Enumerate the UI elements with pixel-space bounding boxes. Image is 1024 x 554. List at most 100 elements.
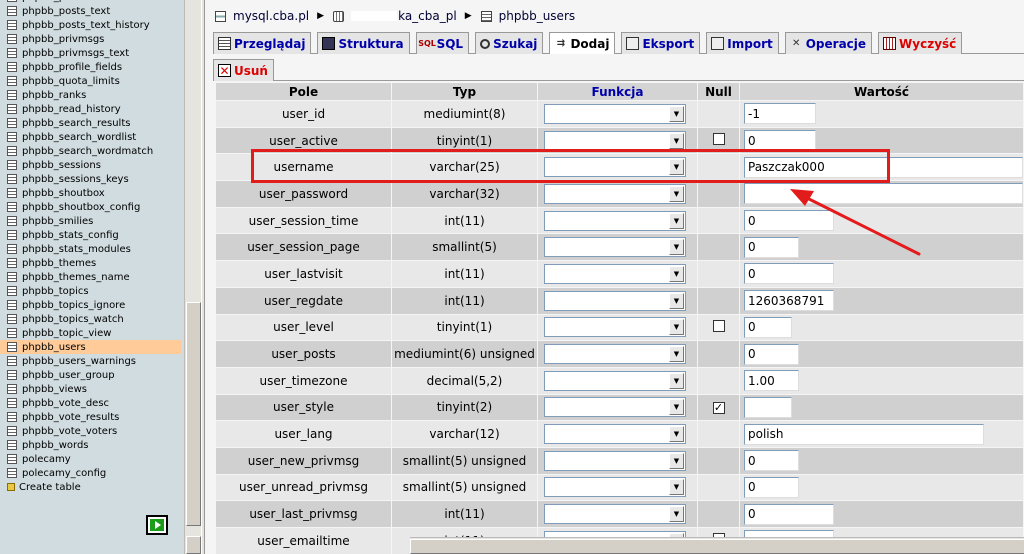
value-input[interactable] xyxy=(744,396,792,418)
table-icon[interactable] xyxy=(7,230,17,240)
table-name-link[interactable]: phpbb_quota_limits xyxy=(22,76,120,87)
table-list-item[interactable]: phpbb_search_wordlist xyxy=(0,130,184,144)
value-input[interactable]: Paszczak000 xyxy=(744,156,1023,178)
horizontal-scrollbar-thumb[interactable] xyxy=(410,539,1024,554)
table-list-item[interactable]: phpbb_smilies xyxy=(0,214,184,228)
table-icon[interactable] xyxy=(7,300,17,310)
crumb-database[interactable]: ka_cba_pl xyxy=(333,9,457,23)
function-select[interactable]: ▼ xyxy=(544,370,686,391)
table-icon[interactable] xyxy=(7,174,17,184)
chevron-down-icon[interactable]: ▼ xyxy=(669,265,684,282)
table-icon[interactable] xyxy=(7,314,17,324)
table-list-item[interactable]: phpbb_privmsgs_text xyxy=(0,46,184,60)
table-name-link[interactable]: phpbb_shoutbox_config xyxy=(22,202,140,213)
table-list-item[interactable]: phpbb_quota_limits xyxy=(0,74,184,88)
chevron-down-icon[interactable]: ▼ xyxy=(669,506,684,523)
table-name-link[interactable]: phpbb_profile_fields xyxy=(22,62,122,73)
table-icon[interactable] xyxy=(7,62,17,72)
table-name-link[interactable]: phpbb_topics_watch xyxy=(22,314,124,325)
table-icon[interactable] xyxy=(7,342,17,352)
table-name-link[interactable]: phpbb_posts_text xyxy=(22,6,110,17)
chevron-down-icon[interactable]: ▼ xyxy=(669,426,684,443)
table-icon[interactable] xyxy=(7,6,17,16)
table-name-link[interactable]: phpbb_privmsgs xyxy=(22,34,104,45)
function-select[interactable]: ▼ xyxy=(544,397,686,418)
table-icon[interactable] xyxy=(7,384,17,394)
tab-operations[interactable]: ✕ Operacje xyxy=(784,32,873,54)
table-list-item[interactable]: phpbb_search_wordmatch xyxy=(0,144,184,158)
table-list-item[interactable]: phpbb_themes_name xyxy=(0,270,184,284)
table-name-link[interactable]: phpbb_vote_voters xyxy=(22,426,117,437)
table-icon[interactable] xyxy=(7,90,17,100)
table-name-link[interactable]: phpbb_search_wordmatch xyxy=(22,146,153,157)
go-button[interactable] xyxy=(146,515,168,535)
value-input[interactable]: 1260368791 xyxy=(744,290,834,312)
table-name-link[interactable]: phpbb_sessions_keys xyxy=(22,174,129,185)
table-list-item[interactable]: phpbb_topics_watch xyxy=(0,312,184,326)
function-select[interactable]: ▼ xyxy=(544,130,686,151)
table-icon[interactable] xyxy=(7,244,17,254)
table-list-item[interactable]: phpbb_topics xyxy=(0,284,184,298)
table-list-item[interactable]: phpbb_stats_modules xyxy=(0,242,184,256)
table-list-item[interactable]: phpbb_privmsgs xyxy=(0,32,184,46)
table-icon[interactable] xyxy=(7,286,17,296)
table-icon[interactable] xyxy=(7,0,17,2)
table-list-item[interactable]: phpbb_vote_results xyxy=(0,410,184,424)
crumb-server-label[interactable]: mysql.cba.pl xyxy=(233,9,309,23)
tab-insert[interactable]: ⇉ Dodaj xyxy=(549,32,616,54)
value-input[interactable]: 0 xyxy=(744,450,799,472)
table-icon[interactable] xyxy=(7,328,17,338)
function-select[interactable]: ▼ xyxy=(544,450,686,471)
function-select[interactable]: ▼ xyxy=(544,290,686,311)
table-icon[interactable] xyxy=(7,160,17,170)
function-select[interactable]: ▼ xyxy=(544,157,686,178)
table-name-link[interactable]: phpbb_smilies xyxy=(22,216,93,227)
chevron-down-icon[interactable]: ▼ xyxy=(669,185,684,202)
table-list-item[interactable]: phpbb_read_history xyxy=(0,102,184,116)
table-name-link[interactable]: phpbb_user_group xyxy=(22,370,115,381)
table-name-link[interactable]: phpbb_search_results xyxy=(22,118,130,129)
function-select[interactable]: ▼ xyxy=(544,477,686,498)
horizontal-scrollbar[interactable] xyxy=(410,537,1024,554)
chevron-down-icon[interactable]: ▼ xyxy=(669,319,684,336)
table-name-link[interactable]: phpbb_sessions xyxy=(22,160,101,171)
tab-export[interactable]: Eksport xyxy=(621,32,701,54)
table-icon[interactable] xyxy=(7,202,17,212)
table-list-item[interactable]: phpbb_posts_text xyxy=(0,4,184,18)
chevron-down-icon[interactable]: ▼ xyxy=(669,372,684,389)
tab-sql[interactable]: SQL SQL xyxy=(415,32,470,54)
table-icon[interactable] xyxy=(7,20,17,30)
table-list-item[interactable]: phpbb_sessions xyxy=(0,158,184,172)
function-select[interactable]: ▼ xyxy=(544,237,686,258)
table-name-link[interactable]: phpbb_posts_text_history xyxy=(22,20,150,31)
table-icon[interactable] xyxy=(7,370,17,380)
table-icon[interactable] xyxy=(7,412,17,422)
value-input[interactable]: 0 xyxy=(744,343,799,365)
left-scroll-down-button[interactable] xyxy=(186,536,201,554)
function-select[interactable]: ▼ xyxy=(544,504,686,525)
table-name-link[interactable]: phpbb_topics xyxy=(22,286,89,297)
table-list-item[interactable]: phpbb_vote_desc xyxy=(0,396,184,410)
table-icon[interactable] xyxy=(7,188,17,198)
table-icon[interactable] xyxy=(7,468,17,478)
function-select[interactable]: ▼ xyxy=(544,183,686,204)
table-icon[interactable] xyxy=(7,104,17,114)
function-select[interactable]: ▼ xyxy=(544,103,686,124)
left-scrollbar[interactable] xyxy=(184,0,201,554)
value-input[interactable]: 0 xyxy=(744,503,834,525)
table-list-item[interactable]: phpbb_topic_view xyxy=(0,326,184,340)
table-icon[interactable] xyxy=(7,48,17,58)
table-icon[interactable] xyxy=(7,216,17,226)
tab-import[interactable]: Import xyxy=(706,32,779,54)
table-list-item[interactable]: phpbb_themes xyxy=(0,256,184,270)
tab-search[interactable]: Szukaj xyxy=(475,32,544,54)
chevron-down-icon[interactable]: ▼ xyxy=(669,159,684,176)
chevron-down-icon[interactable]: ▼ xyxy=(669,212,684,229)
create-table-label[interactable]: Create table xyxy=(19,482,81,493)
table-name-link[interactable]: phpbb_topic_view xyxy=(22,328,111,339)
function-select[interactable]: ▼ xyxy=(544,210,686,231)
table-list-item[interactable]: phpbb_shoutbox_config xyxy=(0,200,184,214)
table-name-link[interactable]: phpbb_vote_results xyxy=(22,412,119,423)
function-select[interactable]: ▼ xyxy=(544,344,686,365)
chevron-down-icon[interactable]: ▼ xyxy=(669,292,684,309)
